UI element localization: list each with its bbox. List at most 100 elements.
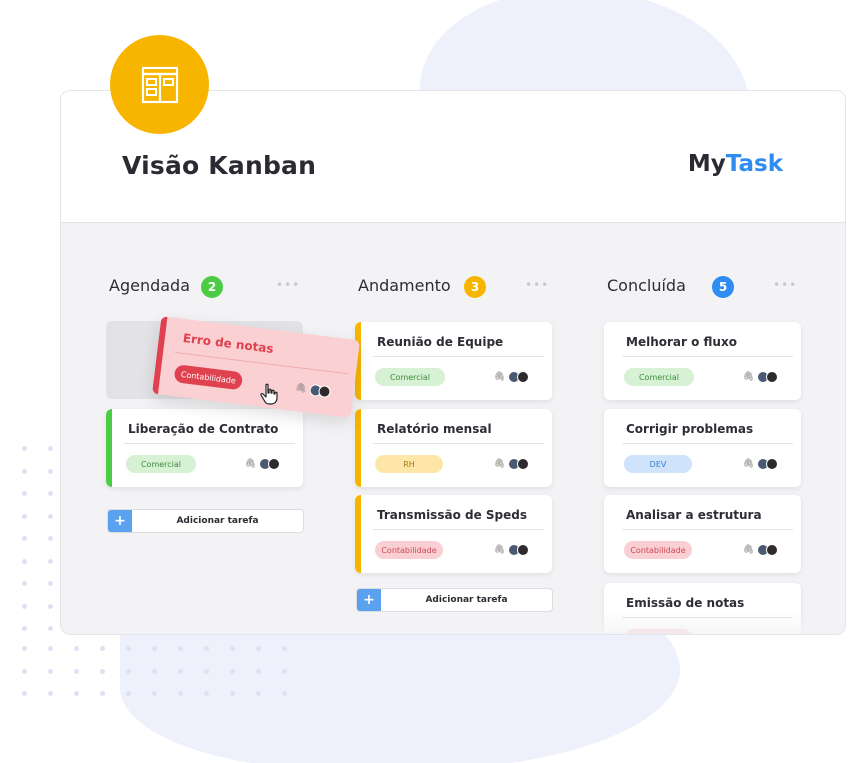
attachment-icon[interactable]: 🖇 xyxy=(743,372,754,382)
decorative-dot xyxy=(126,691,131,696)
assignee-avatars[interactable] xyxy=(508,458,530,470)
assignee-avatars[interactable] xyxy=(308,383,332,399)
priority-bar xyxy=(355,409,361,487)
task-card[interactable]: Analisar a estrutura Contabilidade 🖇 xyxy=(604,495,801,573)
scroll-fade xyxy=(601,611,845,634)
task-tag[interactable]: DEV xyxy=(624,455,692,473)
attachment-icon[interactable]: 🖇 xyxy=(743,459,754,469)
attachment-icon[interactable]: 🖇 xyxy=(295,383,308,394)
attachment-icon[interactable]: 🖇 xyxy=(494,459,505,469)
task-card[interactable]: Liberação de Contrato Comercial 🖇 xyxy=(106,409,303,487)
decorative-dot xyxy=(22,626,27,631)
add-task-label: Adicionar tarefa xyxy=(425,595,508,605)
assignee-avatars[interactable] xyxy=(508,371,530,383)
decorative-dot xyxy=(22,468,27,474)
divider xyxy=(373,356,544,357)
decorative-dot xyxy=(22,691,27,696)
assignee-avatars[interactable] xyxy=(259,458,281,470)
task-tag[interactable]: Contabilidade xyxy=(375,541,443,559)
page-title: Visão Kanban xyxy=(122,151,317,180)
decorative-dot xyxy=(152,668,157,674)
task-card[interactable]: Corrigir problemas DEV 🖇 xyxy=(604,409,801,487)
avatar xyxy=(766,371,778,383)
task-meta: 🖇 xyxy=(494,371,530,383)
brand-task: Task xyxy=(725,151,783,177)
decorative-dot xyxy=(48,491,53,496)
decorative-dot xyxy=(22,581,27,586)
decorative-dot xyxy=(22,668,27,674)
decorative-dot xyxy=(48,536,53,541)
add-task-button[interactable]: + Adicionar tarefa xyxy=(107,509,304,533)
divider xyxy=(622,529,793,530)
assignee-avatars[interactable] xyxy=(508,544,530,556)
attachment-icon[interactable]: 🖇 xyxy=(494,372,505,382)
count-badge: 2 xyxy=(201,276,223,298)
assignee-avatars[interactable] xyxy=(757,458,779,470)
decorative-dot xyxy=(48,626,53,631)
decorative-dot xyxy=(74,691,79,696)
assignee-avatars[interactable] xyxy=(757,544,779,556)
divider xyxy=(373,443,544,444)
column-title-agendada: Agendada xyxy=(109,276,191,295)
divider xyxy=(622,443,793,444)
decorative-dot xyxy=(256,668,261,674)
task-tag[interactable]: Comercial xyxy=(624,368,694,386)
column-title-andamento: Andamento xyxy=(358,276,451,295)
priority-bar xyxy=(106,409,112,487)
column-menu-icon[interactable]: ••• xyxy=(276,278,300,292)
decorative-dot xyxy=(48,558,53,564)
task-meta: 🖇 xyxy=(295,382,333,399)
add-task-button[interactable]: + Adicionar tarefa xyxy=(356,588,553,612)
divider xyxy=(124,443,295,444)
avatar xyxy=(317,384,332,399)
brand-logo: MyTask xyxy=(688,151,783,177)
attachment-icon[interactable]: 🖇 xyxy=(743,545,754,555)
priority-bar xyxy=(355,495,361,573)
task-meta: 🖇 xyxy=(245,458,281,470)
decorative-dot xyxy=(178,668,183,674)
decorative-dot xyxy=(22,558,27,564)
task-title: Corrigir problemas xyxy=(626,422,754,436)
decorative-dot xyxy=(126,668,131,674)
decorative-dot xyxy=(230,668,235,674)
decorative-dot xyxy=(48,581,53,586)
avatar xyxy=(517,544,529,556)
decorative-dot xyxy=(230,691,235,696)
decorative-dot xyxy=(152,646,157,651)
decorative-dot xyxy=(48,446,53,451)
task-card[interactable]: Melhorar o fluxo Comercial 🖇 xyxy=(604,322,801,400)
decorative-dot xyxy=(100,668,105,674)
divider xyxy=(373,529,544,530)
task-tag[interactable]: Contabilidade xyxy=(624,541,692,559)
task-tag[interactable]: Contabilidade xyxy=(173,364,244,391)
task-card[interactable]: Reunião de Equipe Comercial 🖇 xyxy=(355,322,552,400)
task-tag[interactable]: Comercial xyxy=(126,455,196,473)
column-menu-icon[interactable]: ••• xyxy=(773,278,797,292)
avatar xyxy=(517,371,529,383)
plus-icon: + xyxy=(108,510,132,532)
task-card[interactable]: Relatório mensal RH 🖇 xyxy=(355,409,552,487)
decorative-dot xyxy=(22,603,27,609)
decorative-dot xyxy=(22,646,27,651)
decorative-dot xyxy=(48,603,53,609)
attachment-icon[interactable]: 🖇 xyxy=(245,459,256,469)
assignee-avatars[interactable] xyxy=(757,371,779,383)
task-title: Erro de notas xyxy=(182,330,275,356)
column-title-concluida: Concluída xyxy=(607,276,686,295)
column-menu-icon[interactable]: ••• xyxy=(525,278,549,292)
task-meta: 🖇 xyxy=(743,371,779,383)
task-card[interactable]: Transmissão de Speds Contabilidade 🖇 xyxy=(355,495,552,573)
task-title: Relatório mensal xyxy=(377,422,492,436)
plus-icon: + xyxy=(357,589,381,611)
avatar xyxy=(766,458,778,470)
attachment-icon[interactable]: 🖇 xyxy=(494,545,505,555)
decorative-dot xyxy=(204,691,209,696)
decorative-dot xyxy=(152,691,157,696)
decorative-dot xyxy=(22,446,27,451)
task-title: Emissão de notas xyxy=(626,596,745,610)
divider xyxy=(622,356,793,357)
task-tag[interactable]: RH xyxy=(375,455,443,473)
task-meta: 🖇 xyxy=(743,544,779,556)
task-tag[interactable]: Comercial xyxy=(375,368,445,386)
decorative-dot xyxy=(22,536,27,541)
